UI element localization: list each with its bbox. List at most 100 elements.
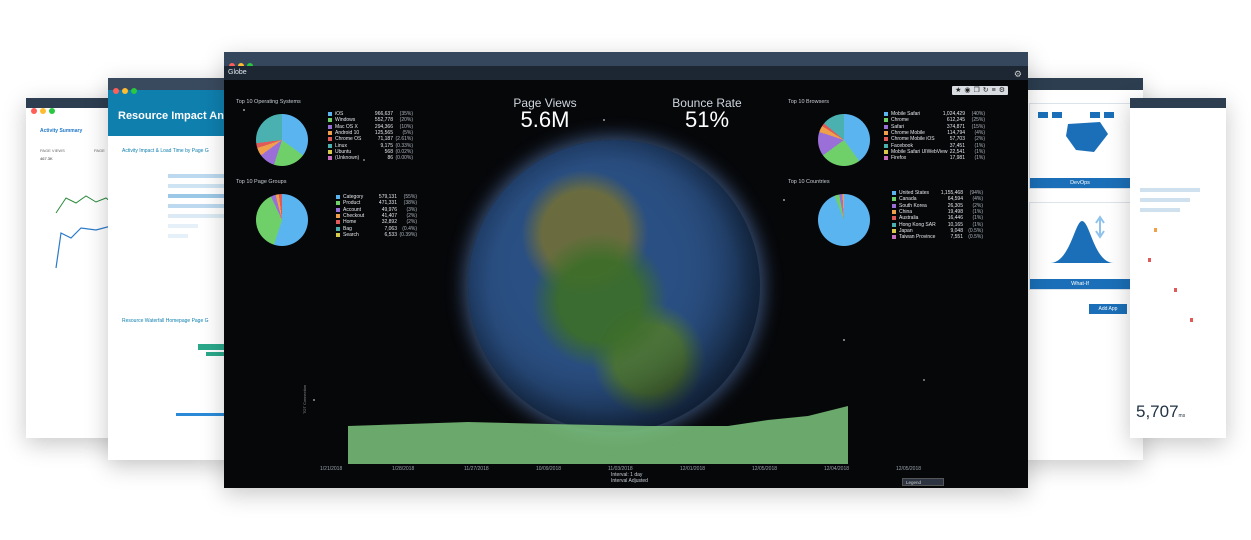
x-tick-label: 11/27/2018 xyxy=(464,466,489,472)
legend-swatch xyxy=(328,112,332,117)
browsers-pie-chart[interactable] xyxy=(818,114,870,166)
refresh-icon[interactable]: ↻ xyxy=(983,86,989,95)
legend-pct: (2%) xyxy=(406,213,417,220)
legend-row: Product 471,331 (38%) xyxy=(336,200,417,206)
legend-name: Product xyxy=(343,200,361,207)
legend-name: Australia xyxy=(899,215,919,222)
legend-name: South Korea xyxy=(899,202,927,209)
legend-swatch xyxy=(884,149,888,154)
x-tick-label: 1/21/2018 xyxy=(320,466,343,472)
legend-value: 9,048 xyxy=(950,227,963,234)
legend-name: (Unknown) xyxy=(335,155,360,162)
legend-swatch xyxy=(892,191,896,196)
legend-value: 1,155,468 xyxy=(940,190,963,197)
maximize-dot[interactable] xyxy=(131,88,137,94)
os-legend: iOS 966,637 (35%) Windows 552,778 (20%) Mac OS… xyxy=(328,111,413,161)
legend-swatch xyxy=(892,222,896,227)
legend-name: Bag xyxy=(343,225,352,232)
big-metric-value: 5,707 xyxy=(1136,402,1179,421)
gear-icon[interactable]: ⚙ xyxy=(1014,67,1022,81)
legend-name: Checkout xyxy=(343,213,365,220)
legend-select[interactable]: Legend xyxy=(902,478,944,486)
close-dot[interactable] xyxy=(113,88,119,94)
devops-label[interactable]: DevOps xyxy=(1030,178,1130,188)
x-tick-label: 12/01/2018 xyxy=(680,466,706,472)
earth-globe[interactable] xyxy=(468,140,760,432)
interval-sub: Interval Adjusted xyxy=(611,478,648,484)
legend-pct: (3%) xyxy=(406,206,417,213)
legend-swatch xyxy=(328,143,332,148)
copy-icon[interactable]: ❐ xyxy=(973,86,979,95)
legend-swatch xyxy=(328,131,332,136)
legend-row: Linux 9,175 (0.33%) xyxy=(328,142,413,149)
legend-value: 41,407 xyxy=(381,213,397,220)
legend-value: 612,245 xyxy=(946,117,965,124)
legend-name: Ubuntu xyxy=(335,148,352,155)
add-app-button[interactable]: Add App xyxy=(1089,304,1127,314)
countries-pie-chart[interactable] xyxy=(818,194,870,246)
minimize-dot[interactable] xyxy=(122,88,128,94)
legend-name: Windows xyxy=(335,117,356,124)
legend-row: Search 6,533 (0.39%) xyxy=(336,232,417,238)
legend-swatch xyxy=(328,156,332,161)
circle-icon[interactable]: ◉ xyxy=(964,86,970,95)
what-if-label[interactable]: What-If xyxy=(1030,279,1130,289)
devops-card[interactable]: DevOps xyxy=(1029,103,1131,189)
legend-value: 552,778 xyxy=(374,117,393,124)
resource-waterfall-title: Resource Waterfall Homepage Page G xyxy=(122,318,209,324)
map-icon xyxy=(1038,112,1114,152)
legend-pct: (40%) xyxy=(971,111,985,118)
legend-pct: (0.39%) xyxy=(399,231,417,238)
page-groups-pie-chart[interactable] xyxy=(256,194,308,246)
toolbar: ★ ◉ ❐ ↻ ≡ ⚙ xyxy=(952,86,1008,95)
legend-pct: (1%) xyxy=(974,142,985,149)
os-pie-chart[interactable] xyxy=(256,114,308,166)
legend-swatch xyxy=(884,118,888,123)
legend-swatch xyxy=(336,226,340,231)
legend-row: Firefox 17,981 (1%) xyxy=(884,155,985,161)
legend-swatch xyxy=(336,207,340,212)
maximize-dot[interactable] xyxy=(49,108,55,114)
legend-pct: (1%) xyxy=(972,221,983,228)
close-dot[interactable] xyxy=(31,108,37,114)
legend-row: Chrome 612,245 (25%) xyxy=(884,117,985,123)
legend-row: Hong Kong SAR 10,165 (1%) xyxy=(892,221,983,228)
legend-value: 57,703 xyxy=(949,136,965,143)
settings-icon[interactable]: ⚙ xyxy=(999,86,1005,95)
legend-swatch xyxy=(892,203,896,208)
big-metric-unit: ms xyxy=(1178,413,1186,419)
x-tick-label: 10/09/2018 xyxy=(536,466,562,472)
titlebar xyxy=(224,52,1028,69)
legend-value: 19,498 xyxy=(947,209,963,216)
legend-swatch xyxy=(328,124,332,129)
legend-pct: (94%) xyxy=(969,190,983,197)
legend-pct: (1%) xyxy=(974,148,985,155)
legend-row: China 19,498 (1%) xyxy=(892,209,983,215)
timeline-area-chart[interactable] xyxy=(348,404,848,464)
interval-label: Interval: 1 day Interval Adjusted xyxy=(611,472,648,484)
what-if-card[interactable]: What-If xyxy=(1029,202,1131,290)
bounce-rate-value: 51% xyxy=(684,107,730,132)
legend-row: Chrome OS 71,187 (2.61%) xyxy=(328,136,413,142)
legend-row: Facebook 37,451 (1%) xyxy=(884,142,985,149)
page-groups-legend: Category 579,131 (55%) Product 471,331 (38%) A… xyxy=(336,194,417,238)
star-icon[interactable]: ★ xyxy=(955,86,961,95)
legend-pct: (0.4%) xyxy=(402,225,417,232)
legend-value: 71,187 xyxy=(377,136,393,143)
legend-swatch xyxy=(892,216,896,221)
browsers-legend: Mobile Safari 1,024,429 (40%) Chrome 612,245… xyxy=(884,111,985,161)
big-metric: 5,707ms xyxy=(1136,402,1185,422)
back-right-window: 5,707ms xyxy=(1130,98,1226,438)
page-groups-title: Top 10 Page Groups xyxy=(236,179,287,185)
legend-row: South Korea 26,305 (2%) xyxy=(892,203,983,209)
minimize-dot[interactable] xyxy=(40,108,46,114)
legend-row: Windows 552,778 (20%) xyxy=(328,117,413,123)
layers-icon[interactable]: ≡ xyxy=(992,86,996,95)
x-tick-label: 1/28/2018 xyxy=(392,466,415,472)
timeline-y-label: TOT Connection xyxy=(302,384,307,414)
legend-name: Chrome OS xyxy=(335,136,362,143)
legend-swatch xyxy=(884,137,888,142)
apps-window: DevOps What-If Add App xyxy=(1013,78,1143,460)
legend-pct: (4%) xyxy=(972,196,983,203)
legend-name: Linux xyxy=(335,142,347,149)
